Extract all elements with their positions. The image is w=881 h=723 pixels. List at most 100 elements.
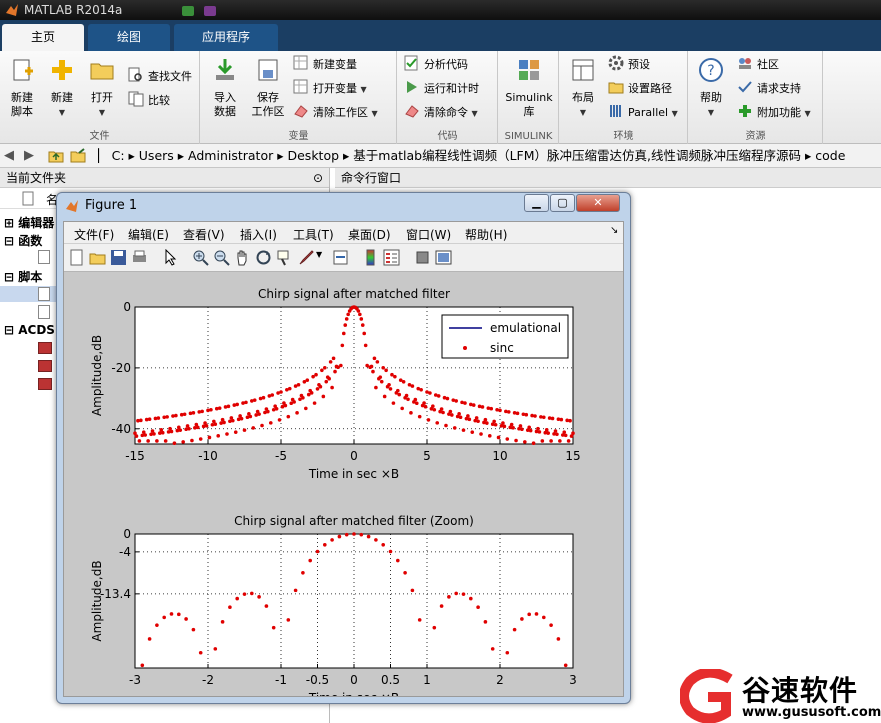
link-plot-icon[interactable] bbox=[332, 249, 349, 266]
tree-scripts[interactable]: ⊟ 脚本 bbox=[4, 268, 42, 285]
import-data-button[interactable]: 导入 数据 bbox=[205, 57, 245, 119]
new-variable-button[interactable]: 新建变量 bbox=[293, 55, 357, 75]
simulink-library-button[interactable]: Simulink 库 bbox=[503, 57, 555, 119]
tab-apps[interactable]: 应用程序 bbox=[174, 24, 278, 51]
script-file-icon[interactable] bbox=[38, 287, 50, 301]
breadcrumb-code[interactable]: code bbox=[815, 148, 845, 163]
zoom-out-icon[interactable] bbox=[213, 249, 230, 266]
brush-icon[interactable] bbox=[297, 249, 314, 266]
chart1-point bbox=[568, 418, 572, 423]
breadcrumb-administrator[interactable]: Administrator bbox=[188, 148, 273, 163]
breadcrumb-desktop[interactable]: Desktop bbox=[287, 148, 339, 163]
addons-button[interactable]: 附加功能 ▼ bbox=[737, 103, 811, 123]
chart1-point bbox=[363, 343, 368, 348]
tree-acds[interactable]: ⊟ ACDS bbox=[4, 323, 55, 337]
menu-insert[interactable]: 插入(I) bbox=[240, 226, 277, 243]
parallel-button[interactable]: Parallel ▼ bbox=[608, 103, 678, 123]
chart2-point bbox=[454, 591, 459, 596]
breadcrumb-project[interactable]: 基于matlab编程线性调频（LFM）脉冲压缩雷达仿真,线性调频脉冲压缩程序源码 bbox=[353, 148, 801, 163]
script-file-icon-2[interactable] bbox=[38, 305, 50, 319]
chart2-point bbox=[490, 647, 495, 651]
chart1-point bbox=[362, 331, 367, 336]
save-figure-icon[interactable] bbox=[110, 249, 127, 266]
tree-editor[interactable]: ⊞ 编辑器 bbox=[4, 214, 54, 231]
colorbar-icon[interactable] bbox=[362, 249, 379, 266]
chart2-point bbox=[140, 663, 145, 668]
tree-functions[interactable]: ⊟ 函数 bbox=[4, 232, 42, 249]
back-arrow-icon[interactable]: ◀ bbox=[4, 148, 14, 163]
chart1-point bbox=[270, 393, 275, 397]
menu-edit[interactable]: 编辑(E) bbox=[128, 226, 169, 243]
png-file-icon-3[interactable] bbox=[38, 378, 52, 390]
menu-window[interactable]: 窗口(W) bbox=[406, 226, 451, 243]
compare-button[interactable]: 比较 bbox=[128, 91, 170, 111]
chart1-point bbox=[428, 391, 432, 395]
chart2-point bbox=[563, 663, 568, 668]
chart1-point bbox=[566, 439, 571, 443]
hide-plot-tools-icon[interactable] bbox=[414, 249, 431, 266]
legend-icon[interactable] bbox=[383, 249, 400, 266]
png-file-icon[interactable] bbox=[38, 342, 52, 354]
chart2-point bbox=[162, 615, 166, 620]
zoom-in-icon[interactable] bbox=[192, 249, 209, 266]
run-time-button[interactable]: 运行和计时 bbox=[404, 79, 479, 99]
function-file-icon[interactable] bbox=[38, 250, 50, 264]
up-folder-icon[interactable] bbox=[48, 148, 64, 164]
png-file-icon-2[interactable] bbox=[38, 360, 52, 372]
breadcrumb-users[interactable]: Users bbox=[139, 148, 174, 163]
pan-hand-icon[interactable] bbox=[234, 249, 251, 266]
new-button[interactable]: 新建 ▼ bbox=[44, 57, 80, 120]
tab-plots[interactable]: 绘图 bbox=[88, 24, 170, 51]
figure-window[interactable]: Figure 1 ▁ ▢ ✕ 文件(F) 编辑(E) 查看(V) 插入(I) 工… bbox=[56, 192, 631, 704]
data-cursor-icon[interactable] bbox=[276, 249, 293, 266]
analyze-code-button[interactable]: 分析代码 bbox=[404, 55, 468, 75]
menu-view[interactable]: 查看(V) bbox=[183, 226, 225, 243]
tab-home[interactable]: 主页 bbox=[2, 24, 84, 51]
brush-dropdown-icon[interactable]: ▼ bbox=[316, 250, 322, 259]
community-button[interactable]: 社区 bbox=[737, 55, 779, 75]
minimize-button[interactable]: ▁ bbox=[524, 194, 549, 212]
menu-help[interactable]: 帮助(H) bbox=[465, 226, 507, 243]
print-icon[interactable] bbox=[131, 249, 148, 266]
menu-tools[interactable]: 工具(T) bbox=[293, 226, 334, 243]
breadcrumb-drive[interactable]: C: bbox=[112, 148, 125, 163]
figure-plot-area[interactable]: -15 -10 -5 0 5 10 150-20-40Chirp signal after … bbox=[64, 272, 623, 696]
legend-label-sinc: sinc bbox=[490, 341, 514, 355]
save-workspace-button[interactable]: 保存 工作区 bbox=[247, 57, 289, 119]
open-file-icon[interactable] bbox=[89, 249, 106, 266]
pointer-icon[interactable] bbox=[162, 249, 179, 266]
browse-folder-icon[interactable] bbox=[70, 148, 86, 164]
panel-menu-icon[interactable]: ⊙ bbox=[313, 168, 323, 188]
preferences-button[interactable]: 预设 bbox=[608, 55, 650, 75]
close-button[interactable]: ✕ bbox=[576, 194, 620, 212]
open-variable-button[interactable]: 打开变量 ▼ bbox=[293, 79, 367, 99]
chart1-point bbox=[260, 423, 264, 428]
layout-button[interactable]: 布局 ▼ bbox=[564, 57, 602, 120]
forward-arrow-icon[interactable]: ▶ bbox=[24, 148, 34, 163]
chart1-point bbox=[268, 421, 273, 425]
menu-file[interactable]: 文件(F) bbox=[74, 226, 114, 243]
rotate-3d-icon[interactable] bbox=[255, 249, 272, 266]
request-support-label: 请求支持 bbox=[757, 82, 801, 95]
chart1-title: Chirp signal after matched filter bbox=[258, 287, 450, 301]
clear-commands-button[interactable]: 清除命令 ▼ bbox=[404, 103, 478, 123]
menubar-dock-icon[interactable]: ↘ bbox=[610, 225, 618, 236]
find-files-button[interactable]: 查找文件 bbox=[128, 67, 192, 87]
chart1-point bbox=[531, 441, 536, 446]
ribbon-section-file: 新建 脚本 新建 ▼ 打开 ▼ 查找文件 比较 文件 bbox=[0, 51, 200, 144]
maximize-button[interactable]: ▢ bbox=[550, 194, 575, 212]
new-figure-icon[interactable] bbox=[68, 249, 85, 266]
menu-desktop[interactable]: 桌面(D) bbox=[348, 226, 391, 243]
chart2-point bbox=[228, 605, 232, 610]
show-plot-tools-icon[interactable] bbox=[435, 249, 452, 266]
chart2-point bbox=[286, 618, 291, 622]
help-button[interactable]: ? 帮助 ▼ bbox=[693, 57, 729, 120]
new-script-button[interactable]: 新建 脚本 bbox=[4, 57, 40, 119]
open-button[interactable]: 打开 ▼ bbox=[84, 57, 120, 120]
clear-workspace-button[interactable]: 清除工作区 ▼ bbox=[293, 103, 378, 123]
chart1-point bbox=[562, 430, 567, 434]
request-support-button[interactable]: 请求支持 bbox=[737, 79, 801, 99]
parallel-label: Parallel bbox=[628, 106, 669, 119]
background-icon bbox=[180, 4, 220, 18]
set-path-button[interactable]: 设置路径 bbox=[608, 79, 672, 99]
